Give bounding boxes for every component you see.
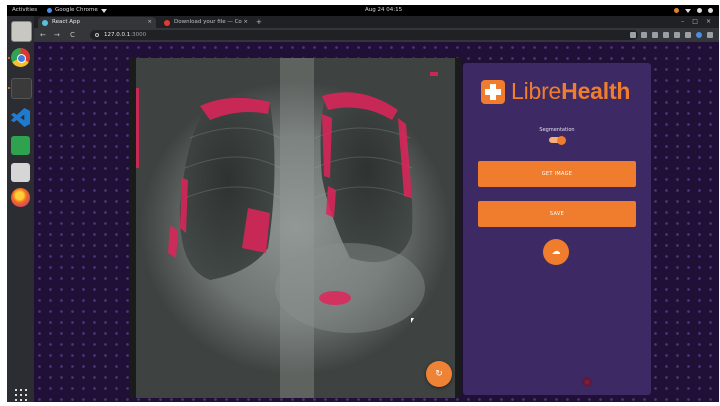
url-port: :3000 [130, 32, 147, 38]
close-icon[interactable]: × [243, 17, 248, 28]
new-tab-button[interactable]: + [256, 17, 262, 28]
browser-toolbar: ← → C 127.0.0.1:3000 [34, 28, 719, 42]
extensions-area [630, 32, 713, 38]
window-controls: – □ × [681, 16, 711, 28]
logo-text-light: Libre [511, 78, 562, 104]
star-icon[interactable] [641, 32, 647, 38]
app-page: ↻ LibreHealth Segmentation GET IMAGE SAV… [34, 42, 719, 402]
extension-icon[interactable] [674, 32, 680, 38]
url-host: 127.0.0.1 [104, 32, 131, 38]
firefox-icon[interactable] [11, 188, 30, 207]
magnifier-icon[interactable] [11, 163, 30, 182]
chrome-app-icon [47, 8, 52, 13]
refresh-icon: ↻ [435, 369, 443, 379]
back-button[interactable]: ← [40, 28, 46, 42]
desktop: Activities Google Chrome Aug 24 04:15 Re… [7, 5, 719, 402]
site-info-icon[interactable] [95, 33, 99, 37]
notification-icon [674, 8, 679, 13]
close-window-icon[interactable]: × [706, 16, 711, 28]
terminal-icon[interactable] [11, 78, 32, 99]
upload-button[interactable]: ☁ [543, 239, 569, 265]
extension-icon[interactable] [652, 32, 658, 38]
puzzle-icon[interactable] [685, 32, 691, 38]
tab-title: Download your file — Co [174, 19, 242, 25]
tab-title: React App [52, 19, 81, 25]
control-panel: LibreHealth Segmentation GET IMAGE SAVE … [463, 63, 651, 395]
reload-button[interactable]: C [70, 28, 75, 42]
profile-icon[interactable] [696, 32, 702, 38]
key-icon[interactable] [630, 32, 636, 38]
vscode-icon[interactable] [11, 108, 30, 127]
get-image-button[interactable]: GET IMAGE [478, 161, 636, 187]
power-icon [708, 8, 713, 13]
show-apps-icon[interactable] [15, 389, 27, 401]
files-icon[interactable] [11, 21, 32, 42]
ripple-decoration [582, 377, 592, 387]
mouse-pointer [411, 318, 414, 323]
app-menu-label: Google Chrome [55, 7, 98, 13]
close-icon[interactable]: × [147, 17, 152, 28]
chrome-icon[interactable] [11, 48, 30, 67]
reset-view-button[interactable]: ↻ [426, 361, 452, 387]
chevron-down-icon [100, 8, 107, 13]
address-bar[interactable]: 127.0.0.1:3000 [90, 30, 638, 40]
cloud-upload-icon: ☁ [551, 247, 561, 257]
librehealth-logo: LibreHealth [481, 78, 630, 105]
running-indicator [8, 57, 10, 59]
tab-download[interactable]: Download your file — Co × [160, 17, 252, 28]
minimize-icon[interactable]: – [681, 16, 684, 28]
favicon-icon [164, 20, 170, 26]
segmentation-label: Segmentation [539, 127, 575, 133]
xray-image [130, 58, 461, 398]
forward-button[interactable]: → [54, 28, 60, 42]
logo-text-bold: Health [561, 78, 631, 104]
right-lung [179, 96, 275, 280]
segmentation-toggle[interactable] [549, 135, 566, 145]
activities-button[interactable]: Activities [12, 5, 37, 16]
extension-icon[interactable] [663, 32, 669, 38]
running-indicator [8, 87, 10, 89]
save-button[interactable]: SAVE [478, 201, 636, 227]
xray-viewer[interactable] [130, 58, 461, 398]
dock [7, 16, 34, 402]
maximize-icon[interactable]: □ [692, 16, 698, 28]
tab-react-app[interactable]: React App × [38, 17, 156, 28]
react-icon [42, 20, 48, 26]
system-tray[interactable] [674, 5, 713, 16]
clock[interactable]: Aug 24 04:15 [365, 5, 402, 16]
menu-icon[interactable] [707, 32, 713, 38]
volume-icon [697, 8, 702, 13]
spreadsheet-icon[interactable] [11, 136, 30, 155]
app-menu[interactable]: Google Chrome [47, 5, 107, 16]
browser-tab-bar: React App × Download your file — Co × + … [34, 16, 719, 28]
system-top-bar: Activities Google Chrome Aug 24 04:15 [7, 5, 719, 16]
plus-cross-icon [481, 79, 505, 104]
network-icon [685, 8, 691, 13]
